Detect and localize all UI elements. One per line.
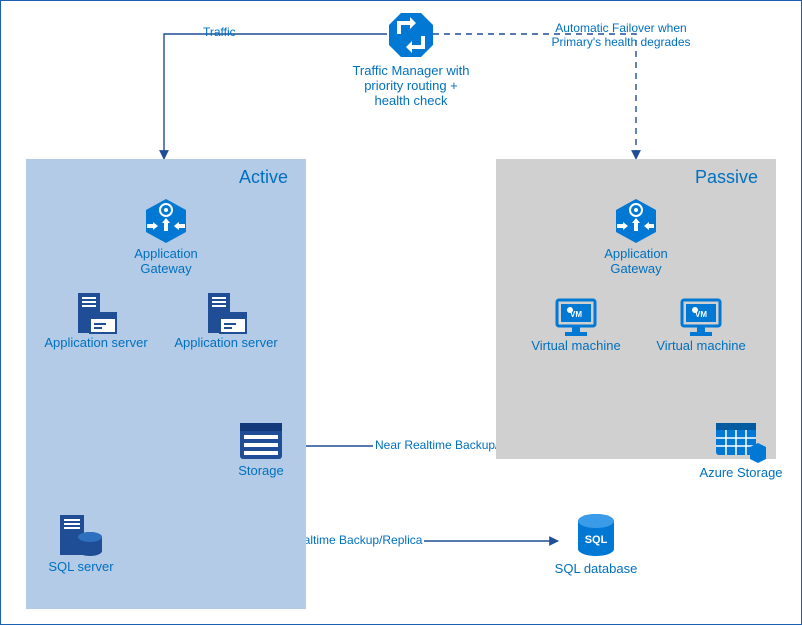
active-sql-server-label: SQL server [41,559,121,574]
server-icon [202,291,250,335]
passive-vm-1: VM Virtual machine [521,296,631,353]
edge-label-failover: Automatic Failover when Primary's health… [531,21,711,49]
edge-label-traffic: Traffic [201,25,238,39]
active-region-title: Active [26,159,306,188]
active-app-server-1: Application server [36,291,156,350]
app-gateway-icon [141,196,191,246]
vm-icon: VM [553,296,599,338]
svg-text:SQL: SQL [585,534,608,546]
passive-vm-2: VM Virtual machine [646,296,756,353]
passive-region-title: Passive [496,159,776,188]
passive-azure-storage-label: Azure Storage [691,465,791,480]
vm-icon: VM [678,296,724,338]
passive-azure-storage: Azure Storage [691,419,791,480]
azure-storage-icon [714,419,768,465]
active-app-server-1-label: Application server [36,335,156,350]
server-icon [72,291,120,335]
active-app-gateway-label: Application Gateway [111,246,221,276]
app-gateway-icon [611,196,661,246]
passive-vm-2-label: Virtual machine [646,338,756,353]
active-app-server-2: Application server [166,291,286,350]
passive-sql-database-label: SQL database [546,561,646,576]
traffic-manager-label: Traffic Manager with priority routing + … [346,63,476,108]
passive-app-gateway-label: Application Gateway [581,246,691,276]
active-app-gateway: Application Gateway [111,196,221,276]
sql-server-icon [56,513,106,559]
traffic-manager-icon [387,11,435,59]
sql-database-icon: SQL [574,511,618,561]
active-sql-server: SQL server [41,513,121,574]
passive-vm-1-label: Virtual machine [521,338,631,353]
active-storage: Storage [216,419,306,478]
active-storage-label: Storage [216,463,306,478]
passive-sql-database: SQL SQL database [546,511,646,576]
traffic-manager-node: Traffic Manager with priority routing + … [361,11,461,108]
passive-app-gateway: Application Gateway [581,196,691,276]
active-app-server-2-label: Application server [166,335,286,350]
storage-icon [236,419,286,463]
